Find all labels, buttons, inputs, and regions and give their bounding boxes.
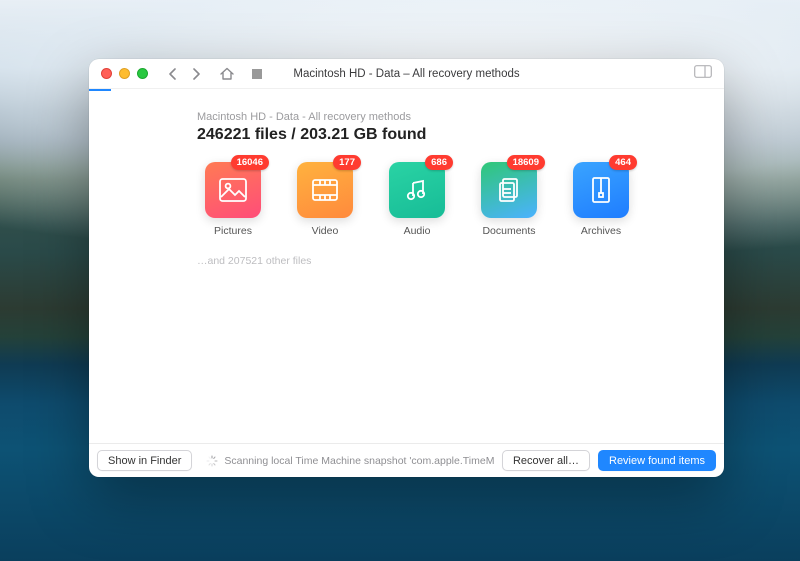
tile-label: Documents [482,225,535,237]
titlebar: Macintosh HD - Data – All recovery metho… [89,59,724,89]
category-tiles: 16046 Pictures 177 Video 686 [197,162,700,237]
home-button[interactable] [216,65,238,83]
tile-audio[interactable]: 686 Audio [381,162,453,237]
scan-summary: 246221 files / 203.21 GB found [197,126,700,144]
badge-count: 686 [425,155,453,170]
status-message: Scanning local Time Machine snapshot 'co… [224,455,494,467]
tile-label: Audio [404,225,431,237]
picture-icon [205,162,261,218]
badge-count: 177 [333,155,361,170]
minimize-icon[interactable] [119,68,130,79]
review-found-items-button[interactable]: Review found items [598,450,716,471]
breadcrumb: Macintosh HD - Data - All recovery metho… [197,111,700,123]
tile-label: Archives [581,225,621,237]
tile-pictures[interactable]: 16046 Pictures [197,162,269,237]
content-area: Macintosh HD - Data - All recovery metho… [89,91,724,443]
tile-label: Video [312,225,339,237]
tile-documents[interactable]: 18609 Documents [473,162,545,237]
maximize-icon[interactable] [137,68,148,79]
panel-toggle-icon[interactable] [694,65,712,83]
spinner-icon [206,455,218,467]
stop-icon[interactable] [252,69,262,79]
document-icon [481,162,537,218]
status-text: Scanning local Time Machine snapshot 'co… [200,455,494,467]
footer-bar: Show in Finder Scanning local Time Machi… [89,443,724,477]
video-icon [297,162,353,218]
app-window: Macintosh HD - Data – All recovery metho… [89,59,724,477]
tile-video[interactable]: 177 Video [289,162,361,237]
show-in-finder-button[interactable]: Show in Finder [97,450,192,471]
badge-count: 16046 [231,155,269,170]
badge-count: 18609 [507,155,545,170]
back-button[interactable] [162,65,182,83]
other-files-note: …and 207521 other files [197,255,700,267]
close-icon[interactable] [101,68,112,79]
audio-icon [389,162,445,218]
tile-label: Pictures [214,225,252,237]
window-controls [89,68,148,79]
badge-count: 464 [609,155,637,170]
recover-all-button[interactable]: Recover all… [502,450,590,471]
tile-archives[interactable]: 464 Archives [565,162,637,237]
forward-button[interactable] [186,65,206,83]
desktop-wallpaper: Macintosh HD - Data – All recovery metho… [0,0,800,561]
archive-icon [573,162,629,218]
